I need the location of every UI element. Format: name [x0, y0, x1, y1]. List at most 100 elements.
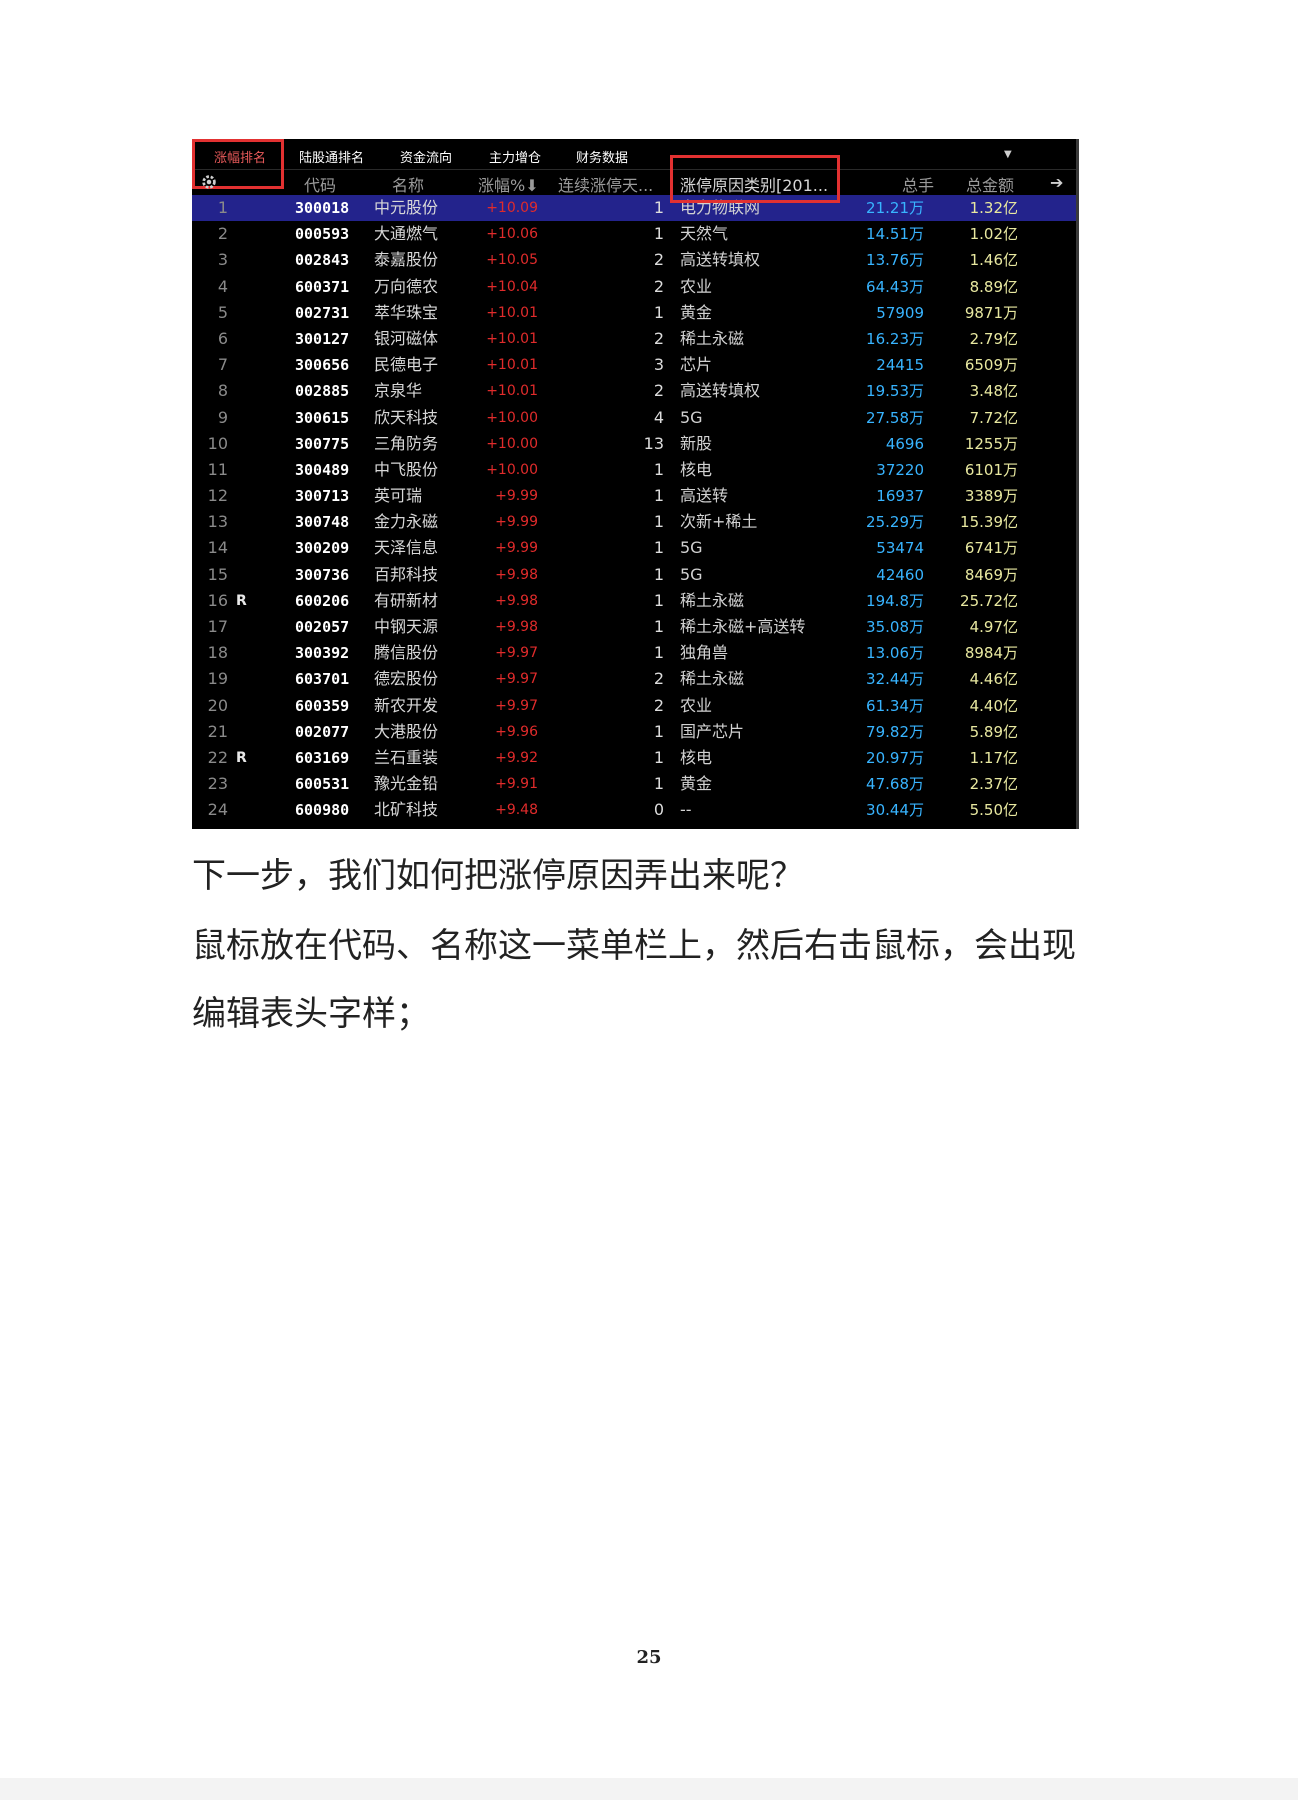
scrollbar[interactable] [1076, 139, 1079, 829]
total-volume: 61.34万 [866, 696, 924, 715]
row-index: 17 [207, 617, 228, 636]
stock-table-screenshot: 涨幅排名 陆股通排名 资金流向 主力增仓 财务数据 ▼ 代码 名称 涨幅%⬇ 连… [192, 139, 1079, 829]
total-amount: 8469万 [964, 565, 1018, 584]
stock-name: 金力永磁 [374, 512, 439, 532]
row-index: 19 [207, 669, 228, 689]
column-header-limit-days[interactable]: 连续涨停天... [558, 172, 653, 196]
paragraph-instruction-cont: 编辑表头字样； [192, 994, 430, 1034]
row-index: 14 [207, 538, 228, 558]
table-row[interactable]: 6 300127 银河磁体 +10.01 2 稀土永磁 16.23万 2.79亿 [192, 326, 1079, 352]
table-row[interactable]: 14 300209 天泽信息 +9.99 1 5G 53474 6741万 [192, 535, 1079, 561]
table-row[interactable]: 11 300489 中飞股份 +10.00 1 核电 37220 6101万 [192, 457, 1079, 483]
stock-code: 600206 [295, 591, 350, 610]
stock-code: 300209 [295, 539, 350, 558]
table-row[interactable]: 3 002843 泰嘉股份 +10.05 2 高送转填权 13.76万 1.46亿 [192, 247, 1079, 273]
stock-code: 000593 [295, 225, 350, 244]
table-row[interactable]: 9 300615 欣天科技 +10.00 4 5G 27.58万 7.72亿 [192, 405, 1079, 431]
table-row[interactable]: 5 002731 萃华珠宝 +10.01 1 黄金 57909 9871万 [192, 300, 1079, 326]
table-row[interactable]: 21 002077 大港股份 +9.96 1 国产芯片 79.82万 5.89亿 [192, 719, 1079, 745]
total-amount: 5.89亿 [969, 722, 1018, 741]
table-row[interactable]: 4 600371 万向德农 +10.04 2 农业 64.43万 8.89亿 [192, 274, 1079, 300]
row-index: 12 [207, 486, 228, 506]
table-row[interactable]: 17 002057 中钢天源 +9.98 1 稀土永磁+高送转 35.08万 4.97亿 [192, 614, 1079, 640]
table-row[interactable]: 10 300775 三角防务 +10.00 13 新股 4696 1255万 [192, 431, 1079, 457]
column-header-code[interactable]: 代码 [304, 172, 336, 196]
stock-name: 百邦科技 [374, 564, 439, 584]
total-amount: 1.46亿 [969, 251, 1018, 270]
total-volume: 14.51万 [866, 225, 924, 244]
tab-capital-flow[interactable]: 资金流向 [400, 147, 452, 166]
limit-up-reason: -- [680, 800, 692, 820]
limit-up-days: 1 [653, 512, 664, 532]
table-row[interactable]: 23 600531 豫光金铅 +9.91 1 黄金 47.68万 2.37亿 [192, 771, 1079, 797]
page-bottom-strip [0, 1778, 1298, 1800]
tab-financial-data[interactable]: 财务数据 [576, 147, 628, 166]
limit-up-days: 2 [653, 328, 664, 348]
total-volume: 42460 [876, 565, 924, 584]
tab-bar: 涨幅排名 陆股通排名 资金流向 主力增仓 财务数据 ▼ [192, 139, 1079, 170]
stock-code: 002077 [295, 722, 350, 741]
stock-name: 万向德农 [374, 276, 439, 296]
limit-up-days: 2 [653, 381, 664, 401]
table-row[interactable]: 15 300736 百邦科技 +9.98 1 5G 42460 8469万 [192, 562, 1079, 588]
table-row[interactable]: 7 300656 民德电子 +10.01 3 芯片 24415 6509万 [192, 352, 1079, 378]
table-row[interactable]: 19 603701 德宏股份 +9.97 2 稀土永磁 32.44万 4.46亿 [192, 666, 1079, 692]
stock-code: 603701 [295, 670, 350, 689]
total-amount: 3389万 [964, 487, 1018, 506]
table-row[interactable]: 20 600359 新农开发 +9.97 2 农业 61.34万 4.40亿 [192, 693, 1079, 719]
column-header-pct[interactable]: 涨幅%⬇ [478, 172, 539, 196]
table-row[interactable]: 12 300713 英可瑞 +9.99 1 高送转 16937 3389万 [192, 483, 1079, 509]
change-pct: +10.01 [486, 330, 538, 347]
limit-up-reason: 核电 [680, 747, 713, 767]
total-volume: 79.82万 [866, 722, 924, 741]
stock-name: 英可瑞 [374, 486, 423, 506]
change-pct: +10.00 [486, 435, 538, 452]
total-amount: 15.39亿 [960, 513, 1018, 532]
table-row[interactable]: 1 300018 中元股份 +10.09 1 电力物联网 21.21万 1.32亿 [192, 195, 1079, 222]
limit-up-days: 1 [653, 486, 664, 506]
change-pct: +9.98 [495, 592, 538, 609]
column-header-amount[interactable]: 总金额 [966, 172, 1014, 196]
change-pct: +10.01 [486, 357, 538, 374]
total-amount: 8984万 [964, 644, 1018, 663]
limit-up-reason: 稀土永磁 [680, 590, 745, 610]
row-index: 3 [217, 250, 228, 270]
row-index: 18 [207, 643, 228, 663]
table-row[interactable]: 16 R 600206 有研新材 +9.98 1 稀土永磁 194.8万 25.72亿 [192, 588, 1079, 614]
total-volume: 25.29万 [866, 513, 924, 532]
stock-name: 中飞股份 [374, 459, 439, 479]
stock-code: 300656 [295, 356, 350, 375]
stock-code: 603169 [295, 748, 350, 767]
paragraph-instruction: 鼠标放在代码、名称这一菜单栏上，然后右击鼠标，会出现 [192, 926, 1076, 966]
change-pct: +10.04 [486, 278, 538, 295]
stock-name: 银河磁体 [374, 328, 439, 348]
export-icon[interactable]: ➔ [1050, 173, 1063, 192]
table-row[interactable]: 13 300748 金力永磁 +9.99 1 次新+稀土 25.29万 15.39亿 [192, 509, 1079, 535]
change-pct: +10.05 [486, 252, 538, 269]
row-index: 16 [207, 590, 228, 610]
gear-icon[interactable] [200, 173, 218, 191]
tab-scroll-marker[interactable]: ▼ [1004, 149, 1012, 160]
stock-code: 300018 [295, 199, 350, 217]
table-row[interactable]: 8 002885 京泉华 +10.01 2 高送转填权 19.53万 3.48亿 [192, 378, 1079, 404]
stock-code: 600980 [295, 801, 350, 820]
tab-northbound-ranking[interactable]: 陆股通排名 [299, 147, 364, 166]
change-pct: +10.09 [486, 200, 538, 216]
column-header-name[interactable]: 名称 [392, 172, 424, 196]
table-row[interactable]: 2 000593 大通燃气 +10.06 1 天然气 14.51万 1.02亿 [192, 221, 1079, 247]
tab-main-force[interactable]: 主力增仓 [489, 147, 541, 166]
total-amount: 25.72亿 [960, 591, 1018, 610]
total-amount: 1.32亿 [969, 199, 1018, 217]
limit-up-days: 1 [653, 643, 664, 663]
limit-up-days: 1 [653, 774, 664, 794]
table-row[interactable]: 24 600980 北矿科技 +9.48 0 -- 30.44万 5.50亿 [192, 797, 1079, 823]
change-pct: +9.99 [495, 514, 538, 531]
row-index: 1 [217, 198, 228, 217]
total-volume: 24415 [876, 356, 924, 375]
row-index: 9 [217, 407, 228, 427]
total-volume: 19.53万 [866, 382, 924, 401]
table-row[interactable]: 18 300392 腾信股份 +9.97 1 独角兽 13.06万 8984万 [192, 640, 1079, 666]
column-header-volume[interactable]: 总手 [902, 172, 934, 196]
table-row[interactable]: 22 R 603169 兰石重装 +9.92 1 核电 20.97万 1.17亿 [192, 745, 1079, 771]
table-header[interactable]: 代码 名称 涨幅%⬇ 连续涨停天... 涨停原因类别[201... 总手 总金额… [192, 169, 1079, 195]
